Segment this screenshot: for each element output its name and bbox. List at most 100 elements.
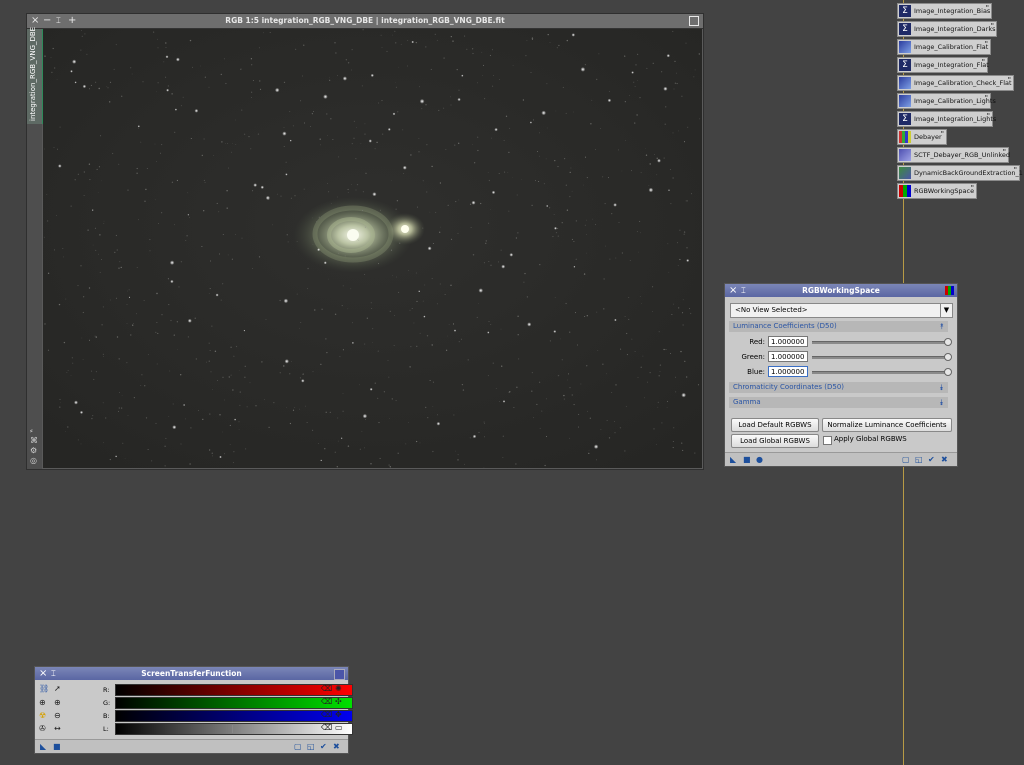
process-icon-image-integration-bias[interactable]: Σ Image_Integration_Bias "	[897, 3, 992, 19]
pan-icon[interactable]: ↔	[54, 724, 61, 734]
new-instance-icon[interactable]: ◣	[730, 455, 736, 464]
anchor-icon[interactable]: ⌘	[30, 436, 38, 446]
gamma-section-label: Gamma	[733, 398, 761, 406]
process-icon-image-integration-darks[interactable]: Σ Image_Integration_Darks "	[897, 21, 997, 37]
normalize-luminance-button[interactable]: Normalize Luminance Coefficients	[822, 418, 952, 432]
process-icon-image-calibration-check-flat[interactable]: Image_Calibration_Check_Flat "	[897, 75, 1014, 91]
image-window-title: RGB 1:5 integration_RGB_VNG_DBE | integr…	[225, 16, 505, 25]
process-icon-sctf-debayer-rgb-unlinked[interactable]: SCTF_Debayer_RGB_Unlinked "	[897, 147, 1011, 163]
stf-channel-label-l: L:	[103, 725, 109, 733]
target-icon[interactable]: ◎	[30, 456, 38, 466]
blue-label: Blue:	[747, 368, 765, 376]
reset-channel-icon[interactable]: ⌫	[321, 723, 332, 733]
rgbws-titlebar[interactable]: × ⌶ RGBWorkingSpace	[725, 284, 957, 297]
cancel-icon[interactable]: ✖	[333, 742, 340, 751]
apply-icon[interactable]: ■	[53, 742, 61, 751]
rgbws-dialog[interactable]: × ⌶ RGBWorkingSpace <No View Selected> ▼…	[724, 283, 958, 467]
process-icon-label: DynamicBackGroundExtraction_1	[914, 169, 1023, 177]
browse-docs-icon[interactable]: ▢	[902, 455, 910, 464]
red-coefficient-input[interactable]: 1.000000	[768, 336, 808, 347]
apply-global-checkbox[interactable]	[823, 436, 832, 445]
apply-icon[interactable]: ●	[756, 455, 763, 464]
settings-icon[interactable]: ✺	[335, 684, 342, 694]
sigma-icon: Σ	[899, 113, 911, 125]
stf-blue-bar[interactable]	[115, 710, 353, 722]
red-slider-handle[interactable]	[944, 338, 952, 346]
view-selector[interactable]: <No View Selected> ▼	[730, 303, 953, 318]
luminance-section-label: Luminance Coefficients (D50)	[733, 322, 837, 330]
expand-icon[interactable]: ⯯	[939, 382, 944, 393]
wrench-icon[interactable]: ✇	[39, 724, 46, 734]
window-layout-icon[interactable]	[689, 16, 699, 26]
settings-icon[interactable]: ✣	[335, 697, 342, 707]
chromaticity-section-header[interactable]: Chromaticity Coordinates (D50) ⯯	[729, 382, 948, 393]
quote-icon: "	[1002, 148, 1006, 156]
zoom-in-icon[interactable]: ⊕	[54, 698, 61, 708]
blue-slider[interactable]	[812, 371, 947, 374]
link-channels-icon[interactable]: ⛓	[39, 684, 49, 694]
edit-mode-icon[interactable]: ➚	[54, 684, 61, 694]
dbe-icon	[899, 167, 911, 179]
process-icon-image-calibration-flat[interactable]: Image_Calibration_Flat "	[897, 39, 991, 55]
reset-icon[interactable]: ◱	[307, 742, 315, 751]
calibration-icon	[899, 95, 911, 107]
browse-docs-icon[interactable]: ▢	[294, 742, 302, 751]
blue-slider-handle[interactable]	[944, 368, 952, 376]
process-icon-dynamicbackgroundextraction-1[interactable]: DynamicBackGroundExtraction_1 "	[897, 165, 1023, 181]
zoom-in-icon[interactable]: ⊕	[39, 698, 46, 708]
quote-icon: "	[981, 58, 985, 66]
chevron-down-icon[interactable]: ▼	[940, 304, 952, 317]
stf-dialog[interactable]: × ⌶ ScreenTransferFunction ⛓ ➚ ⊕ ⊕ ☢ ⊖ ✇…	[34, 666, 353, 754]
new-instance-icon[interactable]: ◣	[40, 742, 46, 751]
rgbws-footer: ◣ ■ ● ▢ ◱ ✔ ✖	[725, 452, 957, 466]
expand-icon[interactable]: ⯯	[939, 397, 944, 408]
process-icon-image-calibration-lights[interactable]: Image_Calibration_Lights "	[897, 93, 996, 109]
ok-check-icon[interactable]: ✔	[320, 742, 327, 751]
process-icon-image-integration-lights[interactable]: Σ Image_Integration_Lights "	[897, 111, 996, 127]
process-icon-label: Image_Integration_Bias	[914, 7, 991, 15]
gear-icon[interactable]: ⚙	[30, 446, 38, 456]
image-window[interactable]: × − ⌶ + RGB 1:5 integration_RGB_VNG_DBE …	[26, 13, 704, 470]
load-default-rgbws-button[interactable]: Load Default RGBWS	[731, 418, 819, 432]
monitor-icon[interactable]: ▭	[335, 723, 343, 733]
stf-luminance-bar[interactable]	[115, 723, 353, 735]
reset-channel-icon[interactable]: ⌫	[321, 710, 332, 720]
stf-red-bar[interactable]	[115, 684, 353, 696]
load-global-rgbws-button[interactable]: Load Global RGBWS	[731, 434, 819, 448]
settings-icon[interactable]: ✥	[335, 710, 342, 720]
view-tab[interactable]: integration_RGB_VNG_DBE	[27, 26, 43, 124]
process-icon-image-integration-flat[interactable]: Σ Image_Integration_Flat "	[897, 57, 989, 73]
green-label: Green:	[741, 353, 765, 361]
green-coefficient-input[interactable]: 1.000000	[768, 351, 808, 362]
reset-channel-icon[interactable]: ⌫	[321, 684, 332, 694]
quote-icon: "	[984, 94, 988, 102]
luminance-section-header[interactable]: Luminance Coefficients (D50) ⯭	[729, 321, 948, 332]
view-tab-label: integration_RGB_VNG_DBE	[29, 26, 37, 121]
process-icon-debayer[interactable]: Debayer "	[897, 129, 947, 145]
collapse-icon[interactable]: ⯭	[939, 321, 944, 332]
zoom-out-icon[interactable]: ⊖	[54, 711, 61, 721]
red-slider[interactable]	[812, 341, 947, 344]
process-icon-rgbworkingspace[interactable]: RGBWorkingSpace "	[897, 183, 977, 199]
quote-icon: "	[970, 184, 974, 192]
view-selector-value: <No View Selected>	[735, 306, 808, 314]
image-canvas[interactable]	[43, 29, 702, 468]
auto-stretch-icon[interactable]: ☢	[39, 711, 46, 721]
cancel-icon[interactable]: ✖	[941, 455, 948, 464]
image-window-titlebar[interactable]: × − ⌶ + RGB 1:5 integration_RGB_VNG_DBE …	[27, 14, 703, 29]
ok-check-icon[interactable]: ✔	[928, 455, 935, 464]
green-slider-handle[interactable]	[944, 353, 952, 361]
midtones-marker[interactable]	[232, 725, 233, 733]
stf-titlebar[interactable]: × ⌶ ScreenTransferFunction	[35, 667, 348, 680]
quote-icon: "	[984, 40, 988, 48]
reset-icon[interactable]: ◱	[915, 455, 923, 464]
process-icon-label: SCTF_Debayer_RGB_Unlinked	[914, 151, 1011, 159]
green-slider[interactable]	[812, 356, 947, 359]
blue-coefficient-input[interactable]: 1.000000	[768, 366, 808, 377]
process-icon-label: Image_Integration_Darks	[914, 25, 996, 33]
tag-icon[interactable]: ⸗	[30, 426, 38, 436]
stf-green-bar[interactable]	[115, 697, 353, 709]
gamma-section-header[interactable]: Gamma ⯯	[729, 397, 948, 408]
reset-channel-icon[interactable]: ⌫	[321, 697, 332, 707]
apply-global-icon[interactable]: ■	[743, 455, 751, 464]
